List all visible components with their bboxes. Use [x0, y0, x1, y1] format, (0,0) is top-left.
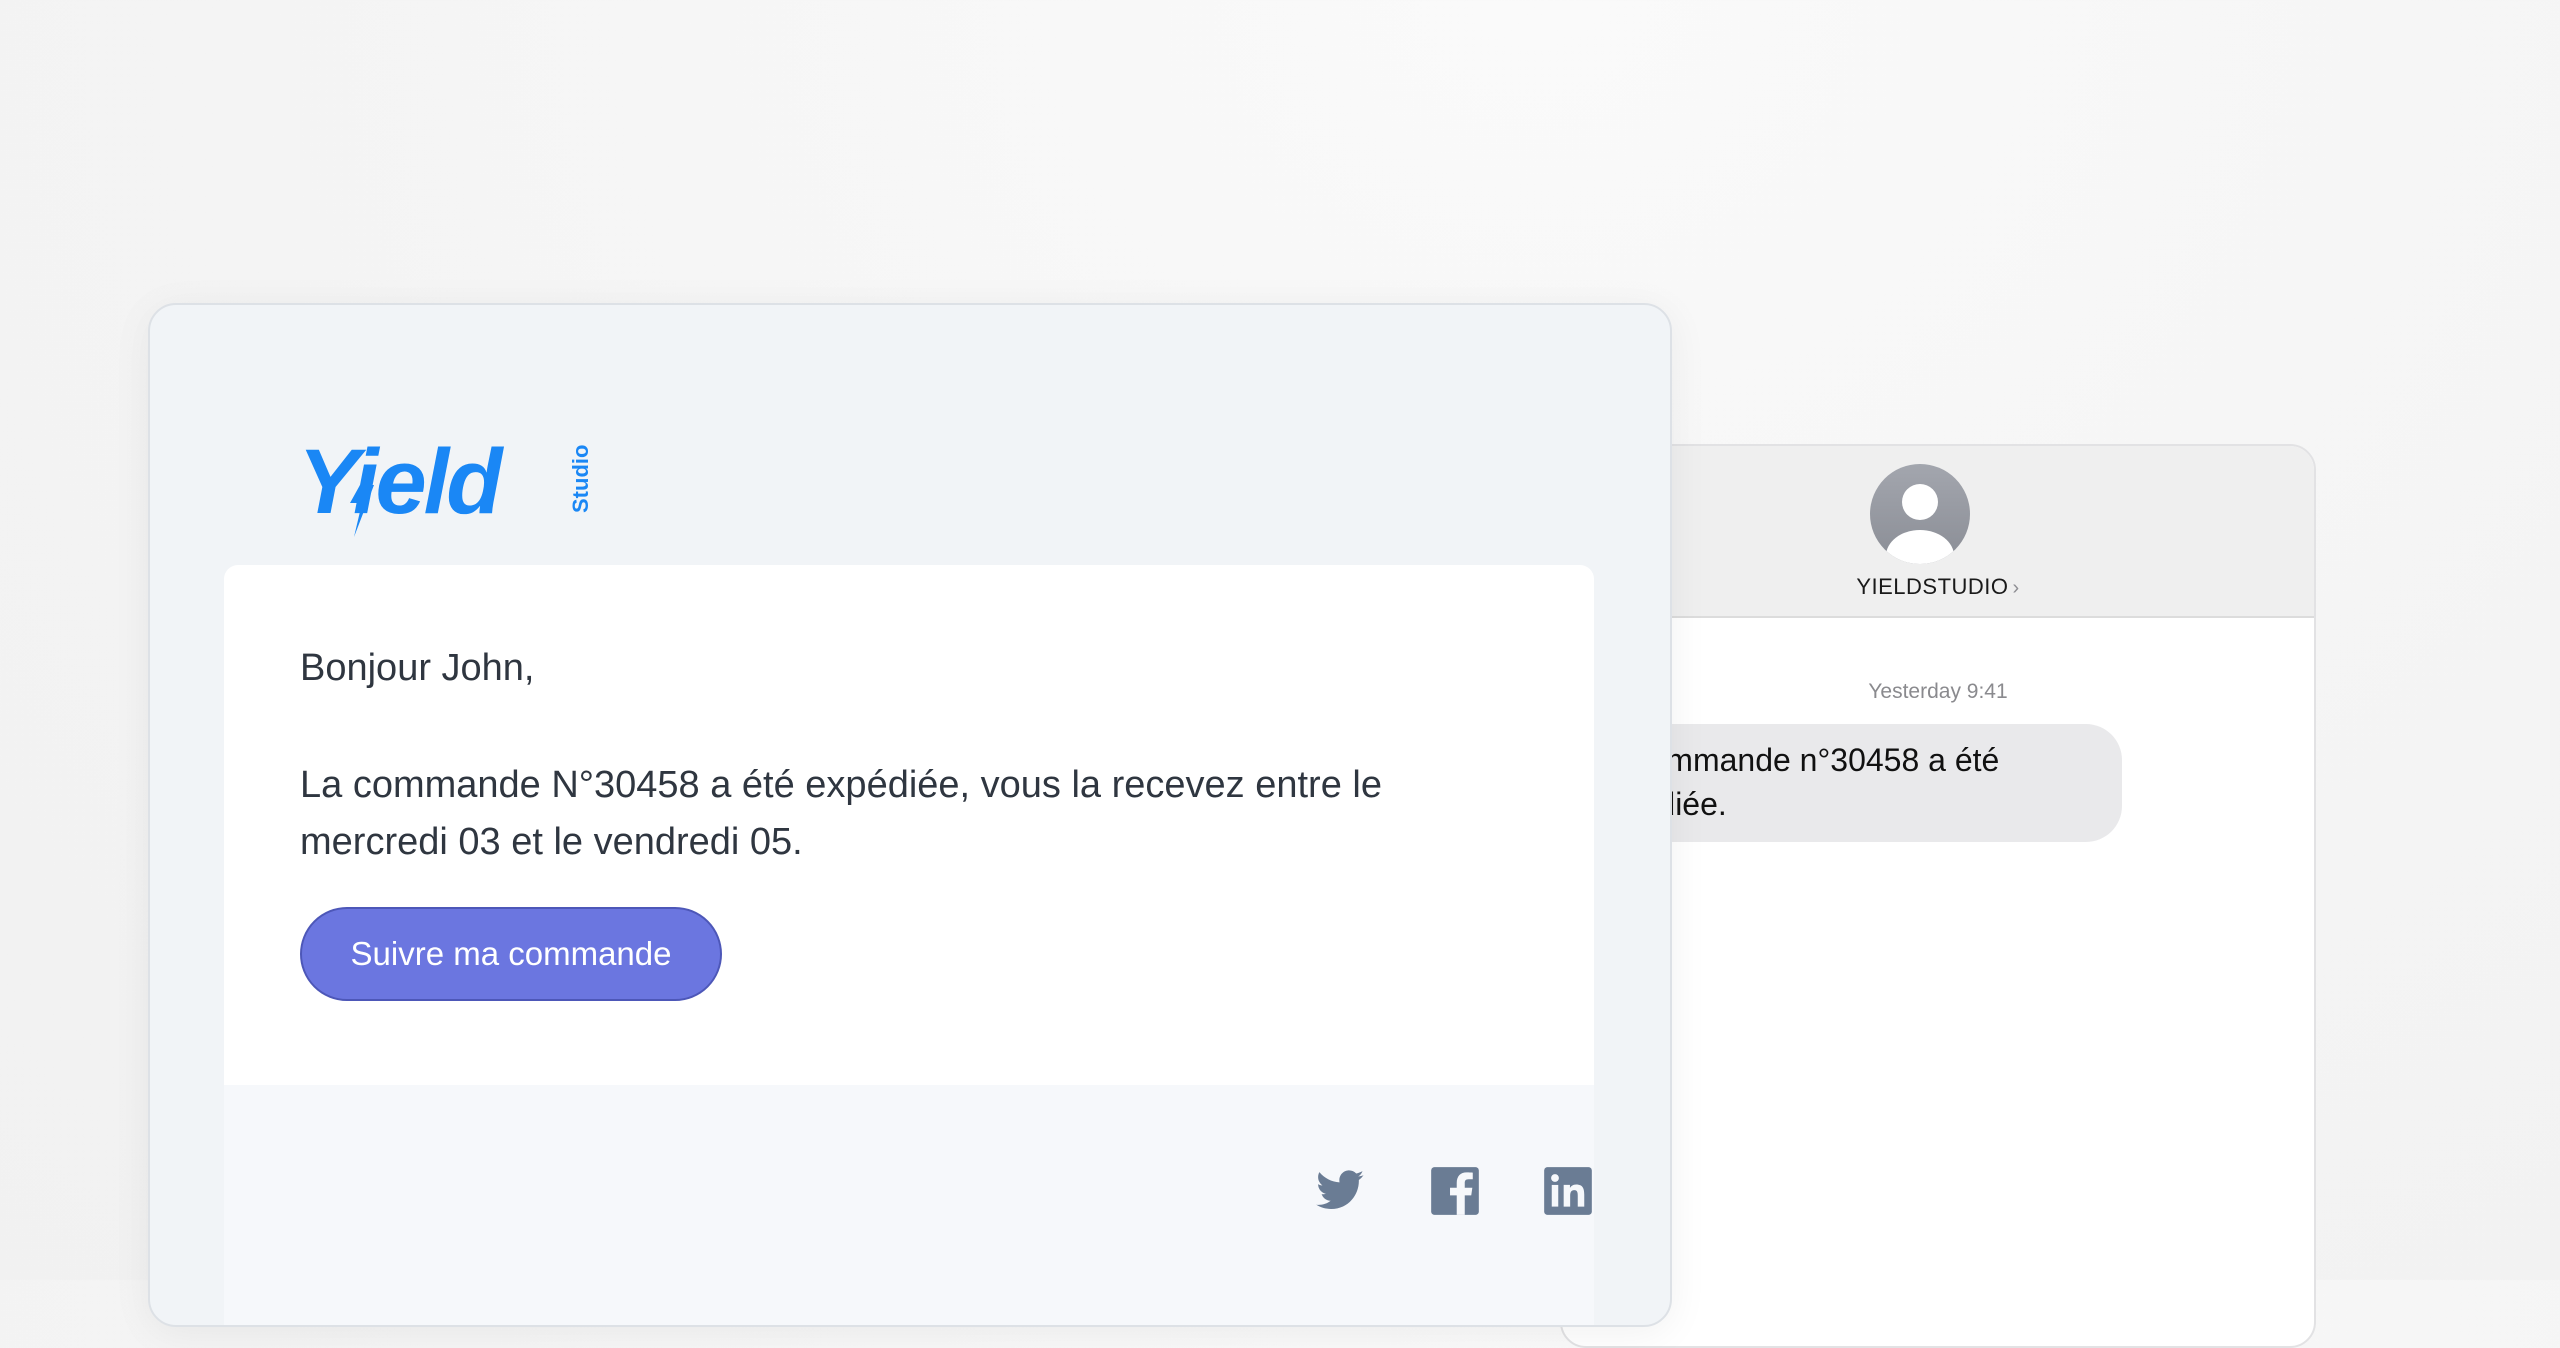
linkedin-icon[interactable] [1542, 1165, 1594, 1217]
sms-timestamp: Yesterday 9:41 [1868, 680, 2008, 703]
logo-sub: Studio [568, 445, 593, 513]
sms-header: YIELDSTUDIO › [1562, 446, 2314, 618]
twitter-icon[interactable] [1314, 1165, 1366, 1217]
logo-word: Yield [298, 433, 504, 533]
email-message: La commande N°30458 a été expédiée, vous… [300, 764, 1382, 863]
chevron-right-icon: › [2012, 577, 2020, 599]
track-order-button[interactable]: Suivre ma commande [300, 907, 722, 1001]
sms-contact-name[interactable]: YIELDSTUDIO › [1562, 574, 2314, 600]
email-preview: Yield Studio Bonjour John, La commande N… [148, 303, 1672, 1327]
sms-contact-label: YIELDSTUDIO [1856, 574, 2009, 599]
yield-studio-logo: Yield Studio [298, 433, 593, 537]
facebook-icon[interactable] [1429, 1165, 1481, 1217]
email-greeting: Bonjour John, [300, 647, 535, 689]
email-body: Bonjour John, La commande N°30458 a été … [224, 565, 1594, 1085]
sms-window: YIELDSTUDIO› Yesterday 9:41 La commande … [1560, 444, 2316, 1348]
contact-avatar-icon[interactable] [1870, 464, 1970, 564]
email-footer [224, 1085, 1594, 1325]
